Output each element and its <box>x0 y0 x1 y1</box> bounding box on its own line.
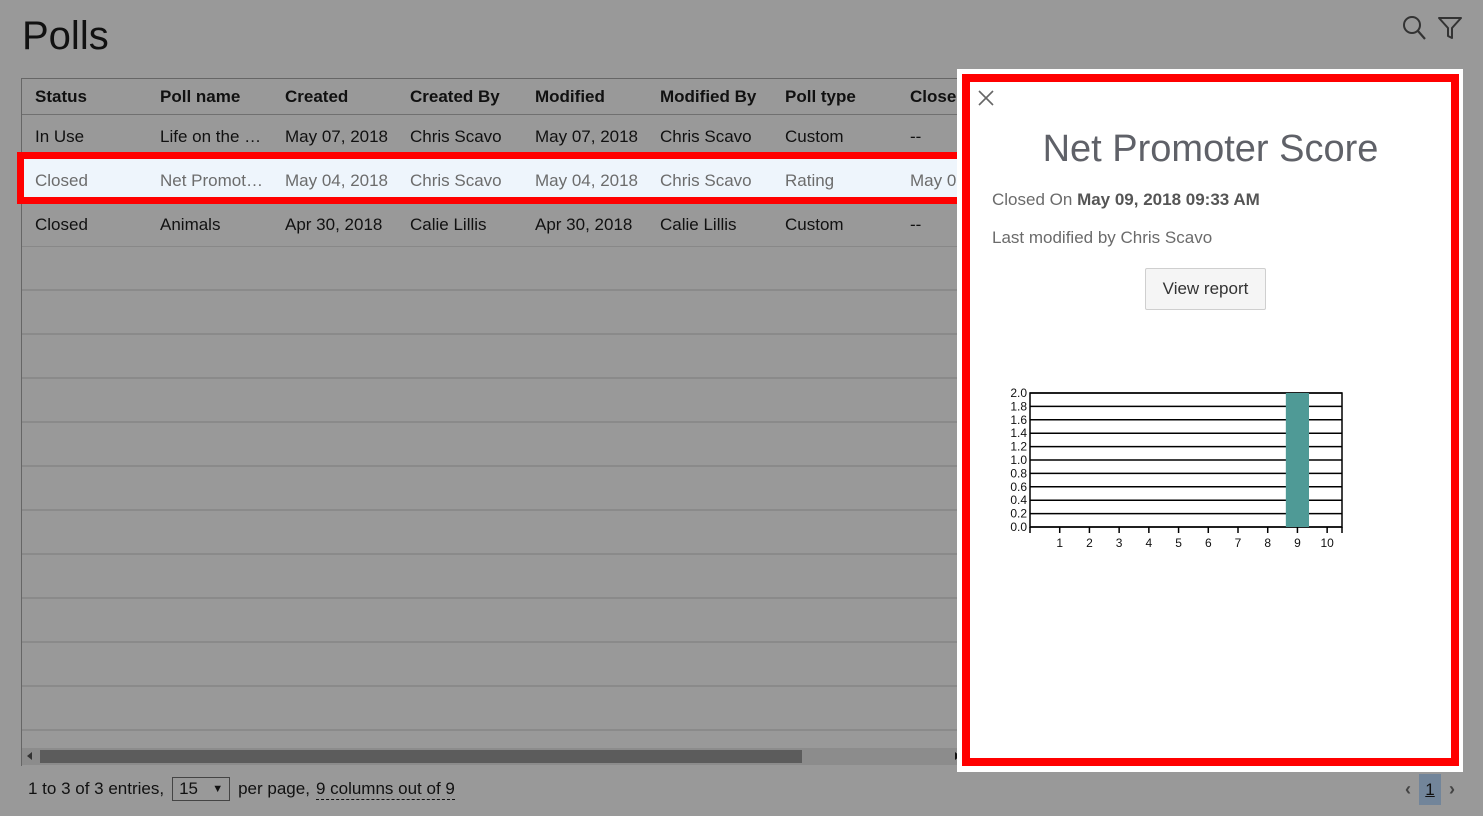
cell-created: May 07, 2018 <box>285 126 389 146</box>
empty-row <box>22 291 981 335</box>
table-row[interactable]: Closed Animals Apr 30, 2018 Calie Lillis… <box>22 203 981 247</box>
cell-modified: Apr 30, 2018 <box>535 214 633 234</box>
empty-row <box>22 467 981 511</box>
empty-row <box>22 247 981 291</box>
x-tick-label: 2 <box>1086 536 1093 547</box>
close-icon[interactable] <box>976 88 996 108</box>
pagination: ‹ 1 › <box>1405 774 1455 805</box>
x-tick-label: 10 <box>1320 536 1334 547</box>
page-title: Polls <box>22 14 109 58</box>
bar-9 <box>1285 393 1310 527</box>
cell-status: Closed <box>35 214 88 234</box>
empty-row <box>22 643 981 687</box>
column-header-modified[interactable]: Modified <box>522 87 647 107</box>
y-tick-label: 1.8 <box>1010 399 1027 413</box>
column-header-created-by[interactable]: Created By <box>397 87 522 107</box>
x-tick-label: 9 <box>1294 536 1301 547</box>
results-bar-chart: 0.00.20.40.60.81.01.21.41.61.82.0 1 2 3 4 5 6 7… <box>1010 387 1343 547</box>
column-header-created[interactable]: Created <box>272 87 397 107</box>
page-1-button[interactable]: 1 <box>1419 774 1441 805</box>
grid-header: Status Poll name Created Created By Modi… <box>22 79 981 115</box>
polls-grid: Status Poll name Created Created By Modi… <box>21 78 981 766</box>
cell-created-by: Chris Scavo <box>410 170 502 190</box>
horizontal-scrollbar[interactable] <box>22 748 962 765</box>
y-tick-label: 0.8 <box>1010 466 1027 480</box>
view-report-button[interactable]: View report <box>1145 268 1266 310</box>
empty-row <box>22 423 981 467</box>
cell-modified: May 07, 2018 <box>535 126 639 146</box>
y-tick-label: 0.2 <box>1010 507 1027 521</box>
columns-chooser-link[interactable]: 9 columns out of 9 <box>315 779 455 800</box>
dropdown-caret-icon: ▼ <box>212 783 224 795</box>
grid-footer: 1 to 3 of 3 entries, 15 ▼ per page, 9 co… <box>28 777 455 801</box>
cell-status: Closed <box>35 170 88 190</box>
per-page-value: 15 <box>179 779 199 798</box>
x-tick-label: 5 <box>1175 536 1182 547</box>
cell-created: Apr 30, 2018 <box>285 214 383 234</box>
y-tick-label: 1.2 <box>1010 440 1027 454</box>
y-tick-label: 2.0 <box>1010 387 1027 400</box>
per-page-select[interactable]: 15 ▼ <box>172 777 231 801</box>
scroll-left-arrow-icon[interactable] <box>27 752 32 760</box>
cell-poll-name: Animals <box>160 214 221 234</box>
y-tick-label: 1.0 <box>1010 453 1027 467</box>
x-tick-label: 7 <box>1235 536 1242 547</box>
y-tick-label: 0.0 <box>1010 520 1027 534</box>
entries-count: 1 to 3 of 3 entries, <box>28 779 165 798</box>
prev-page-icon[interactable]: ‹ <box>1405 779 1411 800</box>
cell-poll-name: Net Promot… <box>160 170 263 190</box>
empty-row <box>22 335 981 379</box>
cell-modified-by: Calie Lillis <box>660 214 737 234</box>
cell-created: May 04, 2018 <box>285 170 389 190</box>
cell-status: In Use <box>35 126 85 146</box>
cell-poll-type: Custom <box>785 126 844 146</box>
poll-details-panel: Net Promoter Score Closed On May 09, 201… <box>962 74 1459 766</box>
table-row[interactable]: In Use Life on the … May 07, 2018 Chris … <box>22 115 981 159</box>
column-header-poll-type[interactable]: Poll type <box>772 87 897 107</box>
empty-row <box>22 511 981 555</box>
column-header-poll-name[interactable]: Poll name <box>147 87 272 107</box>
column-header-modified-by[interactable]: Modified By <box>647 87 772 107</box>
panel-title: Net Promoter Score <box>1042 128 1379 170</box>
search-icon[interactable] <box>1401 14 1427 42</box>
cell-modified: May 04, 2018 <box>535 170 639 190</box>
empty-row <box>22 555 981 599</box>
empty-row <box>22 379 981 423</box>
cell-created-by: Chris Scavo <box>410 126 502 146</box>
next-page-icon[interactable]: › <box>1449 779 1455 800</box>
x-tick-label: 6 <box>1205 536 1212 547</box>
y-tick-label: 0.4 <box>1010 493 1027 507</box>
closed-on-value: May 09, 2018 09:33 AM <box>1077 190 1260 209</box>
toolbar <box>1401 14 1463 42</box>
x-tick-label: 3 <box>1116 536 1123 547</box>
empty-row <box>22 599 981 643</box>
cell-poll-type: Custom <box>785 214 844 234</box>
filter-icon[interactable] <box>1437 14 1463 42</box>
empty-row <box>22 687 981 731</box>
cell-poll-type: Rating <box>785 170 835 190</box>
cell-poll-name: Life on the … <box>160 126 262 146</box>
closed-on-info: Closed On May 09, 2018 09:33 AM <box>992 190 1260 210</box>
table-row-selected[interactable]: Closed Net Promot… May 04, 2018 Chris Sc… <box>22 159 981 203</box>
y-tick-label: 1.6 <box>1010 413 1027 427</box>
cell-modified-by: Chris Scavo <box>660 170 752 190</box>
cell-modified-by: Chris Scavo <box>660 126 752 146</box>
x-tick-label: 4 <box>1146 536 1153 547</box>
closed-on-label: Closed On <box>992 190 1073 209</box>
y-tick-label: 1.4 <box>1010 426 1027 440</box>
per-page-label: per page, <box>238 779 310 798</box>
column-header-status[interactable]: Status <box>22 87 147 107</box>
x-tick-label: 8 <box>1264 536 1271 547</box>
last-modified-info: Last modified by Chris Scavo <box>992 228 1213 247</box>
cell-created-by: Calie Lillis <box>410 214 487 234</box>
x-tick-label: 1 <box>1056 536 1063 547</box>
y-tick-label: 0.6 <box>1010 480 1027 494</box>
scrollbar-thumb[interactable] <box>40 750 802 763</box>
